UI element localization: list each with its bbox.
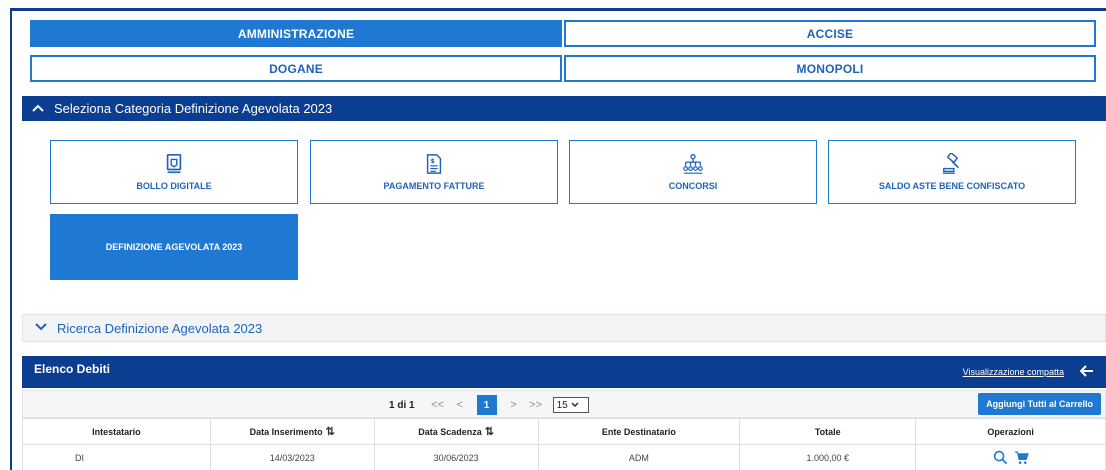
add-all-to-cart-button[interactable]: Aggiungi Tutti al Carrello [978, 393, 1101, 415]
chevron-down-icon [35, 322, 47, 335]
gavel-icon [942, 153, 960, 174]
prev-page-button[interactable]: < [449, 399, 471, 411]
page-info: 1 di 1 [389, 399, 415, 411]
col-totale: Totale [739, 418, 917, 445]
category-label: PAGAMENTO FATTURE [383, 181, 485, 191]
tab-amministrazione[interactable]: AMMINISTRAZIONE [30, 20, 562, 47]
tab-dogane[interactable]: DOGANE [30, 55, 562, 82]
last-page-button[interactable]: >> [525, 399, 547, 411]
pagination-bar: 1 di 1 << < 1 > >> 15 Aggiungi Tutti al … [22, 390, 1106, 418]
debts-header: Elenco Debiti Visualizzazione compatta [22, 356, 1106, 388]
page-size-value: 15 [556, 399, 568, 411]
category-bollo-digitale[interactable]: BOLLO DIGITALE [50, 140, 298, 204]
first-page-button[interactable]: << [427, 399, 449, 411]
search-section-title: Ricerca Definizione Agevolata 2023 [57, 320, 263, 336]
category-section-title: Seleziona Categoria Definizione Agevolat… [54, 101, 333, 116]
category-label: SALDO ASTE BENE CONFISCATO [878, 181, 1026, 191]
org-chart-icon [683, 153, 703, 174]
category-label: CONCORSI [668, 181, 718, 191]
col-data-inserimento[interactable]: Data Inserimento ⇅ [209, 418, 375, 445]
category-definizione-agevolata[interactable]: DEFINIZIONE AGEVOLATA 2023 [50, 214, 298, 280]
sort-icon[interactable]: ⇅ [326, 426, 335, 438]
sort-icon[interactable]: ⇅ [485, 426, 494, 438]
cart-icon[interactable] [1014, 450, 1029, 465]
tab-accise[interactable]: ACCISE [564, 20, 1096, 47]
chevron-up-icon [32, 102, 46, 116]
cell-totale: 1.000,00 € [739, 444, 917, 470]
arrow-left-icon[interactable] [1079, 364, 1094, 381]
cell-ente: ADM [537, 444, 741, 470]
invoice-icon: $ [426, 154, 442, 174]
cell-data-inserimento: 14/03/2023 [209, 444, 375, 470]
current-page-button[interactable]: 1 [476, 395, 497, 415]
tab-monopoli[interactable]: MONOPOLI [564, 55, 1096, 82]
page-size-select[interactable]: 15 [552, 397, 589, 413]
category-pagamento-fatture[interactable]: $ PAGAMENTO FATTURE [310, 140, 558, 204]
chevron-down-icon [571, 401, 579, 410]
cell-data-scadenza: 30/06/2023 [373, 444, 539, 470]
col-data-scadenza[interactable]: Data Scadenza ⇅ [373, 418, 539, 445]
col-intestatario: Intestatario [22, 418, 211, 445]
search-icon[interactable] [993, 450, 1008, 465]
category-label: DEFINIZIONE AGEVOLATA 2023 [105, 242, 243, 252]
category-section-header[interactable]: Seleziona Categoria Definizione Agevolat… [22, 96, 1106, 121]
category-saldo-aste[interactable]: SALDO ASTE BENE CONFISCATO [828, 140, 1076, 204]
compact-view-link[interactable]: Visualizzazione compatta [963, 367, 1064, 377]
col-operazioni: Operazioni [915, 418, 1106, 445]
next-page-button[interactable]: > [503, 399, 525, 411]
search-section-header[interactable]: Ricerca Definizione Agevolata 2023 [22, 314, 1106, 342]
cell-operazioni [915, 444, 1106, 470]
stamp-icon [166, 154, 182, 174]
svg-text:$: $ [430, 157, 435, 165]
category-concorsi[interactable]: CONCORSI [569, 140, 817, 204]
debts-title: Elenco Debiti [34, 362, 111, 376]
category-label: BOLLO DIGITALE [136, 181, 212, 191]
table-header-row: Intestatario Data Inserimento ⇅ Data Scad… [22, 418, 1106, 445]
col-ente-destinatario: Ente Destinatario [537, 418, 741, 445]
debts-table: Intestatario Data Inserimento ⇅ Data Scad… [22, 418, 1106, 470]
table-row: DI 14/03/2023 30/06/2023 ADM 1.000,00 € [22, 444, 1106, 470]
cell-intestatario: DI [22, 444, 211, 470]
